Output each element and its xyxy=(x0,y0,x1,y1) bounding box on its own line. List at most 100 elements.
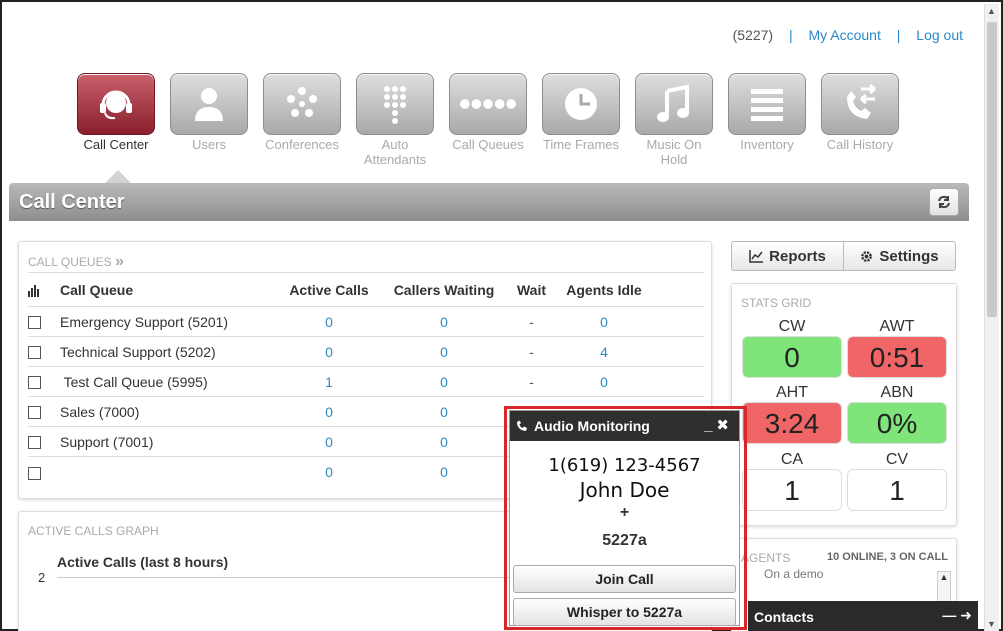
row-checkbox[interactable] xyxy=(28,346,41,360)
active-calls-value[interactable]: 0 xyxy=(274,336,384,367)
scrollbar-thumb[interactable] xyxy=(987,22,997,317)
nav-item-users[interactable]: Users xyxy=(170,73,248,167)
col-callers-waiting[interactable]: Callers Waiting xyxy=(384,272,504,307)
call-queues-heading[interactable]: Call Queues » xyxy=(28,253,124,271)
stat-aht[interactable]: AHT 3:24 xyxy=(742,384,842,444)
join-call-button[interactable]: Join Call xyxy=(513,565,736,593)
settings-label: Settings xyxy=(879,247,939,265)
row-checkbox[interactable] xyxy=(28,376,41,390)
nav-item-conferences[interactable]: Conferences xyxy=(263,73,341,167)
logout-link[interactable]: Log out xyxy=(916,27,963,43)
minimize-close-icon[interactable]: _✖ xyxy=(704,416,733,434)
nav-item-call-history[interactable]: Call History xyxy=(821,73,899,167)
agents-idle-value[interactable]: 4 xyxy=(559,336,649,367)
col-wait[interactable]: Wait xyxy=(504,272,559,307)
stat-label: AWT xyxy=(879,318,915,335)
refresh-icon xyxy=(938,195,950,209)
queue-name: Support (7001) xyxy=(60,426,274,457)
active-calls-value[interactable]: 0 xyxy=(274,396,384,427)
spacer-cell xyxy=(649,306,704,337)
contacts-bar[interactable]: Contacts — ➜ xyxy=(748,601,978,631)
stats-grid-panel: Stats Grid CW 0 AWT 0:51 AHT 3:24 ABN 0%… xyxy=(731,283,957,526)
headset-icon xyxy=(100,90,132,120)
scroll-up-arrow-icon[interactable]: ▲ xyxy=(987,6,996,16)
active-calls-value[interactable]: 0 xyxy=(274,456,384,487)
scroll-down-arrow-icon[interactable]: ▼ xyxy=(987,619,996,629)
line-chart-icon xyxy=(749,249,764,263)
separator: | xyxy=(788,27,793,43)
stat-label: AHT xyxy=(776,384,808,401)
main-nav: Call Center Users Conferences Auto Atten… xyxy=(77,73,914,167)
active-calls-value[interactable]: 0 xyxy=(274,306,384,337)
my-account-link[interactable]: My Account xyxy=(808,27,880,43)
stat-abn[interactable]: ABN 0% xyxy=(847,384,947,444)
nav-tile xyxy=(635,73,713,135)
callers-waiting-value[interactable]: 0 xyxy=(384,306,504,337)
table-header-row: Call Queue Active Calls Callers Waiting … xyxy=(28,272,704,307)
whisper-button[interactable]: Whisper to 5227a xyxy=(513,598,736,626)
agents-heading: Agents xyxy=(741,551,791,565)
audio-monitoring-header[interactable]: Audio Monitoring _✖ xyxy=(510,411,739,441)
stat-cv[interactable]: CV 1 xyxy=(847,451,947,511)
stat-awt[interactable]: AWT 0:51 xyxy=(847,318,947,378)
row-checkbox[interactable] xyxy=(28,466,41,480)
callers-waiting-value[interactable]: 0 xyxy=(384,336,504,367)
nav-item-inventory[interactable]: Inventory xyxy=(728,73,806,167)
row-checkbox-cell xyxy=(28,366,60,397)
col-call-queue[interactable]: Call Queue xyxy=(60,272,274,307)
page-title-bar: Call Center xyxy=(9,183,969,221)
nav-label: Users xyxy=(192,137,226,152)
settings-button[interactable]: Settings xyxy=(843,241,956,271)
refresh-button[interactable] xyxy=(929,188,959,216)
col-active-calls[interactable]: Active Calls xyxy=(274,272,384,307)
stat-label: CW xyxy=(778,318,806,335)
reports-button[interactable]: Reports xyxy=(731,241,843,271)
contacts-controls-icon[interactable]: — ➜ xyxy=(942,607,972,624)
stat-cw[interactable]: CW 0 xyxy=(742,318,842,378)
call-history-icon xyxy=(847,83,876,119)
scroll-up-icon[interactable]: ▲ xyxy=(940,572,949,582)
nav-label: Call Queues xyxy=(452,137,524,152)
row-checkbox[interactable] xyxy=(28,406,41,420)
nav-item-time-frames[interactable]: Time Frames xyxy=(542,73,620,167)
agents-idle-value[interactable]: 0 xyxy=(559,306,649,337)
callers-waiting-value[interactable]: 0 xyxy=(384,366,504,397)
row-checkbox-cell xyxy=(28,396,60,427)
audio-monitoring-dialog: Audio Monitoring _✖ 1(619) 123-4567 John… xyxy=(509,410,740,626)
conference-icon xyxy=(287,87,317,117)
callers-waiting-value[interactable]: 0 xyxy=(384,456,504,487)
nav-label: Inventory xyxy=(740,137,794,152)
nav-tile xyxy=(821,73,899,135)
nav-tile xyxy=(263,73,341,135)
chevron-right-icon: » xyxy=(114,253,124,270)
callers-waiting-value[interactable]: 0 xyxy=(384,396,504,427)
queue-name: Technical Support (5202) xyxy=(60,336,274,367)
table-row: Test Call Queue (5995) 1 0 - 0 xyxy=(28,366,704,397)
nav-tile xyxy=(77,73,155,135)
col-agents-idle[interactable]: Agents Idle xyxy=(559,272,649,307)
active-calls-value[interactable]: 0 xyxy=(274,426,384,457)
row-checkbox[interactable] xyxy=(28,436,41,450)
agents-idle-value[interactable]: 0 xyxy=(559,366,649,397)
nav-label: Call Center xyxy=(83,137,149,152)
page-title: Call Center xyxy=(19,191,125,213)
wait-value: - xyxy=(504,306,559,337)
caller-phone: 1(619) 123-4567 xyxy=(548,455,701,476)
stat-ca[interactable]: CA 1 xyxy=(742,451,842,511)
nav-tile xyxy=(170,73,248,135)
agent-extension: 5227a xyxy=(602,532,647,549)
reports-label: Reports xyxy=(769,247,826,265)
row-checkbox[interactable] xyxy=(28,316,41,330)
nav-item-auto-attendants[interactable]: Auto Attendants xyxy=(356,73,434,167)
stat-value: 3:24 xyxy=(742,402,842,444)
nav-label: Conferences xyxy=(265,137,339,152)
phone-icon xyxy=(517,420,527,431)
callers-waiting-value[interactable]: 0 xyxy=(384,426,504,457)
report-settings-group: Reports Settings xyxy=(731,241,956,271)
nav-item-music-on-hold[interactable]: Music On Hold xyxy=(635,73,713,167)
nav-item-call-queues[interactable]: Call Queues xyxy=(449,73,527,167)
page-scrollbar[interactable]: ▲ ▼ xyxy=(984,4,999,631)
clock-icon xyxy=(565,88,597,120)
active-calls-value[interactable]: 1 xyxy=(274,366,384,397)
nav-item-call-center[interactable]: Call Center xyxy=(77,73,155,167)
